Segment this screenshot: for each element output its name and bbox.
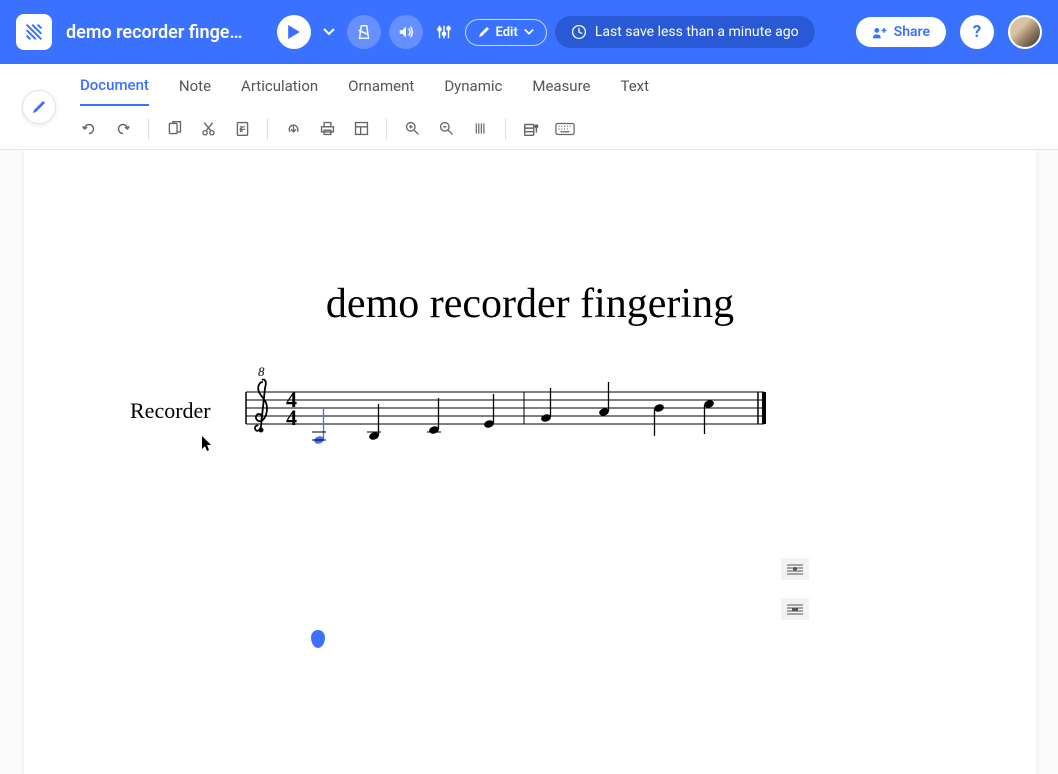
tab-ornament[interactable]: Ornament — [348, 67, 414, 105]
zoom-in-button[interactable] — [397, 114, 427, 144]
edit-mode-button[interactable]: Edit — [465, 19, 547, 46]
clock-icon — [571, 24, 587, 40]
undo-button[interactable] — [74, 114, 104, 144]
help-button[interactable]: ? — [960, 15, 994, 49]
app-logo[interactable] — [16, 14, 52, 50]
copy-button[interactable] — [159, 114, 189, 144]
tab-measure[interactable]: Measure — [532, 67, 590, 105]
share-label: Share — [894, 24, 930, 40]
save-status: Last save less than a minute ago — [555, 16, 815, 48]
edit-pencil-float[interactable] — [22, 90, 56, 124]
playback-cursor — [311, 630, 325, 648]
timesig-den[interactable]: 4 — [286, 405, 297, 430]
octave-label: 8 — [258, 364, 265, 379]
score-page[interactable]: demo recorder fingering = 80 Recorder — [24, 150, 1036, 774]
audio-button[interactable] — [389, 15, 423, 49]
tab-articulation[interactable]: Articulation — [241, 67, 318, 105]
play-button[interactable] — [277, 15, 311, 49]
user-avatar[interactable] — [1008, 15, 1042, 49]
tab-document[interactable]: Document — [80, 66, 149, 106]
instruments-button[interactable] — [516, 114, 546, 144]
layout-button[interactable] — [346, 114, 376, 144]
zoom-out-button[interactable] — [431, 114, 461, 144]
play-options-dropdown[interactable] — [319, 22, 339, 42]
add-staff-button[interactable] — [781, 558, 809, 580]
instrument-label[interactable]: Recorder — [130, 398, 211, 423]
tab-text[interactable]: Text — [620, 67, 649, 105]
edit-label: Edit — [496, 25, 518, 40]
cut-button[interactable] — [193, 114, 223, 144]
note[interactable] — [312, 408, 326, 445]
save-status-text: Last save less than a minute ago — [595, 24, 799, 40]
document-toolbar — [0, 108, 1058, 150]
treble-clef — [255, 379, 267, 432]
note[interactable] — [367, 404, 381, 441]
keyboard-button[interactable] — [550, 114, 580, 144]
download-button[interactable] — [278, 114, 308, 144]
note[interactable] — [483, 394, 495, 429]
paste-button[interactable] — [227, 114, 257, 144]
tab-dynamic[interactable]: Dynamic — [444, 67, 502, 105]
note[interactable] — [540, 388, 552, 423]
note[interactable] — [598, 382, 610, 417]
staff[interactable]: = 80 Recorder 8 — [24, 360, 824, 540]
share-icon — [872, 25, 888, 39]
score-title[interactable]: demo recorder fingering — [24, 280, 1036, 328]
category-tabs: Document Note Articulation Ornament Dyna… — [0, 64, 1058, 108]
note[interactable] — [653, 403, 665, 436]
mixer-button[interactable] — [431, 19, 457, 45]
print-button[interactable] — [312, 114, 342, 144]
document-title[interactable]: demo recorder finge… — [66, 22, 243, 43]
tab-note[interactable]: Note — [179, 67, 211, 105]
note[interactable] — [703, 399, 715, 434]
barlines-button[interactable] — [465, 114, 495, 144]
share-button[interactable]: Share — [856, 17, 946, 47]
redo-button[interactable] — [108, 114, 138, 144]
metronome-button[interactable] — [347, 15, 381, 49]
remove-staff-button[interactable] — [781, 598, 809, 620]
